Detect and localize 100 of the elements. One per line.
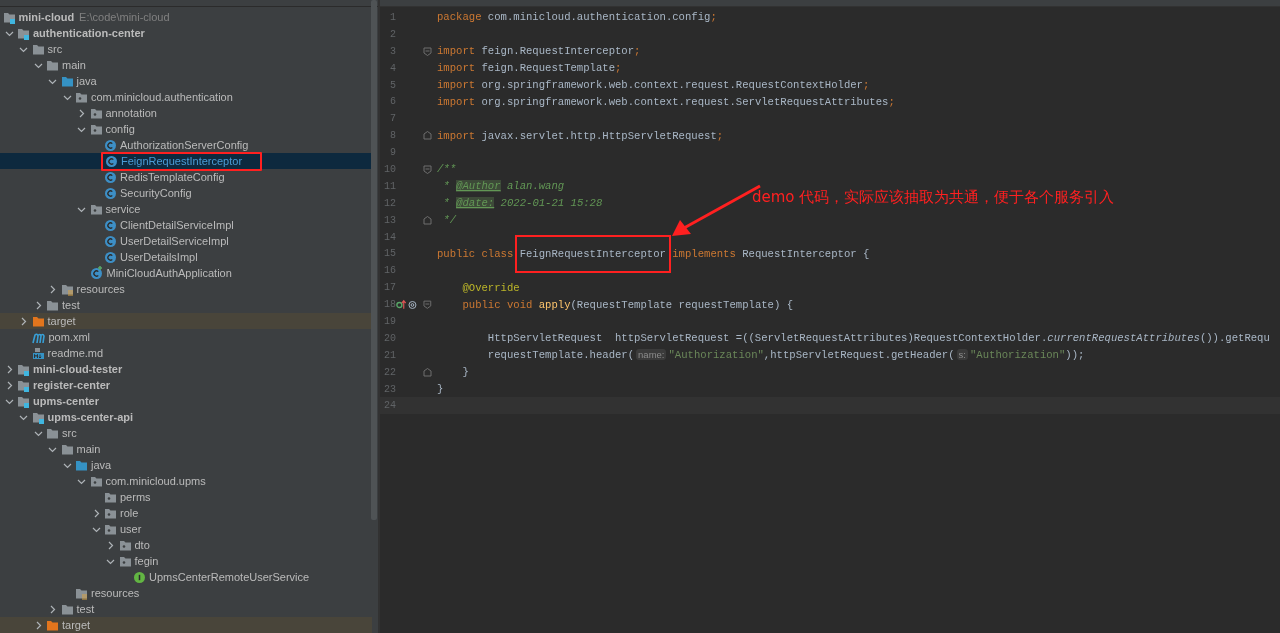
class-icon	[105, 154, 118, 168]
tree-item[interactable]: UpmsCenterRemoteUserService	[0, 569, 372, 585]
item-label: annotation	[105, 107, 157, 119]
tree-item[interactable]: mini-cloud-tester	[0, 361, 372, 377]
tree-item[interactable]: pom.xml	[0, 329, 372, 345]
tree-item[interactable]: MiniCloudAuthApplication	[0, 265, 372, 281]
line-number: 13	[383, 214, 396, 226]
tree-item[interactable]: register-center	[0, 377, 372, 393]
tree-item[interactable]: role	[0, 505, 372, 521]
folder-icon	[46, 58, 59, 72]
collapse-chevron-icon[interactable]	[77, 108, 86, 118]
code-token: ,httpServletRequest.getHeader(	[763, 349, 955, 362]
code-token: import	[437, 129, 476, 142]
tree-item[interactable]: authentication-center	[0, 25, 372, 41]
module-folder-icon	[17, 362, 30, 376]
item-label: MiniCloudAuthApplication	[106, 267, 232, 279]
tree-item[interactable]: user	[0, 521, 372, 537]
item-label: java	[76, 75, 97, 87]
tree-item[interactable]: service	[0, 201, 372, 217]
tree-item[interactable]: src	[0, 425, 372, 441]
collapse-chevron-icon[interactable]	[48, 284, 57, 294]
tree-item[interactable]: src	[0, 41, 372, 57]
tree-item[interactable]: fegin	[0, 553, 372, 569]
tree-item[interactable]: target	[0, 617, 372, 633]
package-icon	[118, 538, 132, 552]
code-token: (RequestTemplate requestTemplate) {	[570, 298, 794, 311]
code-token: ;	[716, 129, 724, 142]
line-number: 10	[383, 163, 396, 175]
highlighted-class-name: FeignRequestInterceptor	[514, 234, 671, 273]
code-token: javax.servlet.http.HttpServletRequest	[480, 129, 717, 142]
code-token: requestTemplate.header(	[486, 349, 635, 362]
tree-item[interactable]: SecurityConfig	[0, 185, 372, 201]
code-token: org.springframework.web.context.request.ServletRequestAttributes	[480, 95, 889, 108]
item-label: authentication-center	[33, 27, 145, 39]
source-folder-icon	[60, 74, 74, 88]
tree-item[interactable]: main	[0, 57, 372, 73]
item-label: target	[62, 619, 91, 631]
markdown-file-icon	[31, 346, 45, 360]
tree-item[interactable]: resources	[0, 585, 372, 601]
tree-item[interactable]: dto	[0, 537, 372, 553]
module-folder-icon	[2, 10, 16, 24]
tree-item[interactable]: FeignRequestInterceptor	[0, 153, 372, 169]
code-token: alan.wang	[505, 180, 565, 193]
collapse-chevron-icon[interactable]	[106, 540, 115, 550]
tree-item[interactable]: AuthorizationServerConfig	[0, 137, 372, 153]
line-number: 15	[383, 248, 396, 260]
tree-item[interactable]: ClientDetailServiceImpl	[0, 217, 372, 233]
item-label: ClientDetailServiceImpl	[120, 219, 234, 231]
collapse-chevron-icon[interactable]	[48, 604, 57, 614]
tree-item[interactable]: test	[0, 601, 372, 617]
tree-item[interactable]: test	[0, 297, 372, 313]
item-label: mini-cloud-tester	[33, 363, 123, 375]
item-label: src	[62, 427, 77, 439]
resources-folder-icon	[75, 586, 88, 600]
tree-item[interactable]: UserDetailServiceImpl	[0, 233, 372, 249]
tree-item[interactable]: com.minicloud.upms	[0, 473, 372, 489]
tree-item[interactable]: annotation	[0, 105, 372, 121]
item-label: perms	[120, 491, 151, 503]
line-number: 21	[383, 349, 396, 361]
tree-item[interactable]: upms-center	[0, 393, 372, 409]
item-label: readme.md	[47, 347, 104, 359]
excluded-folder-icon	[31, 314, 45, 328]
tree-item[interactable]: RedisTemplateConfig	[0, 169, 372, 185]
line-number: 23	[383, 383, 396, 395]
item-label: pom.xml	[48, 331, 91, 343]
item-label: test	[62, 299, 80, 311]
code-token: ;	[888, 95, 895, 108]
interface-icon	[133, 570, 146, 584]
override-marker-icon[interactable]	[396, 299, 418, 311]
scrollbar-thumb[interactable]	[371, 0, 377, 520]
line-number: 11	[383, 180, 396, 192]
tree-item[interactable]: mini-cloud E:\code\mini-cloud	[0, 9, 372, 25]
tree-item[interactable]: UserDetailsImpl	[0, 249, 372, 265]
line-number: 1	[389, 11, 396, 23]
item-label: AuthorizationServerConfig	[120, 139, 249, 151]
tree-item[interactable]: target	[0, 313, 372, 329]
code-token: package	[437, 11, 482, 24]
code-token: ;	[634, 45, 641, 58]
collapse-chevron-icon[interactable]	[19, 316, 28, 326]
line-number: 4	[389, 62, 396, 74]
tree-item[interactable]: upms-center-api	[0, 409, 372, 425]
maven-icon	[31, 330, 46, 344]
tree-item[interactable]: com.minicloud.authentication	[0, 89, 372, 105]
tree-item[interactable]: main	[0, 441, 372, 457]
line-number: 22	[383, 366, 396, 378]
tree-item[interactable]: java	[0, 73, 372, 89]
source-folder-icon	[75, 458, 88, 472]
module-folder-icon	[17, 378, 30, 392]
package-icon	[104, 522, 117, 536]
code-token: @Override	[461, 281, 520, 294]
class-icon	[104, 138, 117, 152]
code-token: */	[442, 214, 457, 227]
tree-item[interactable]: readme.md	[0, 345, 372, 361]
tree-item[interactable]: java	[0, 457, 372, 473]
item-label: resources	[76, 283, 125, 295]
tree-item[interactable]: resources	[0, 281, 372, 297]
tree-item[interactable]: perms	[0, 489, 372, 505]
line-number: 2	[389, 28, 396, 40]
run-class-icon	[89, 266, 104, 280]
tree-item[interactable]: config	[0, 121, 372, 137]
